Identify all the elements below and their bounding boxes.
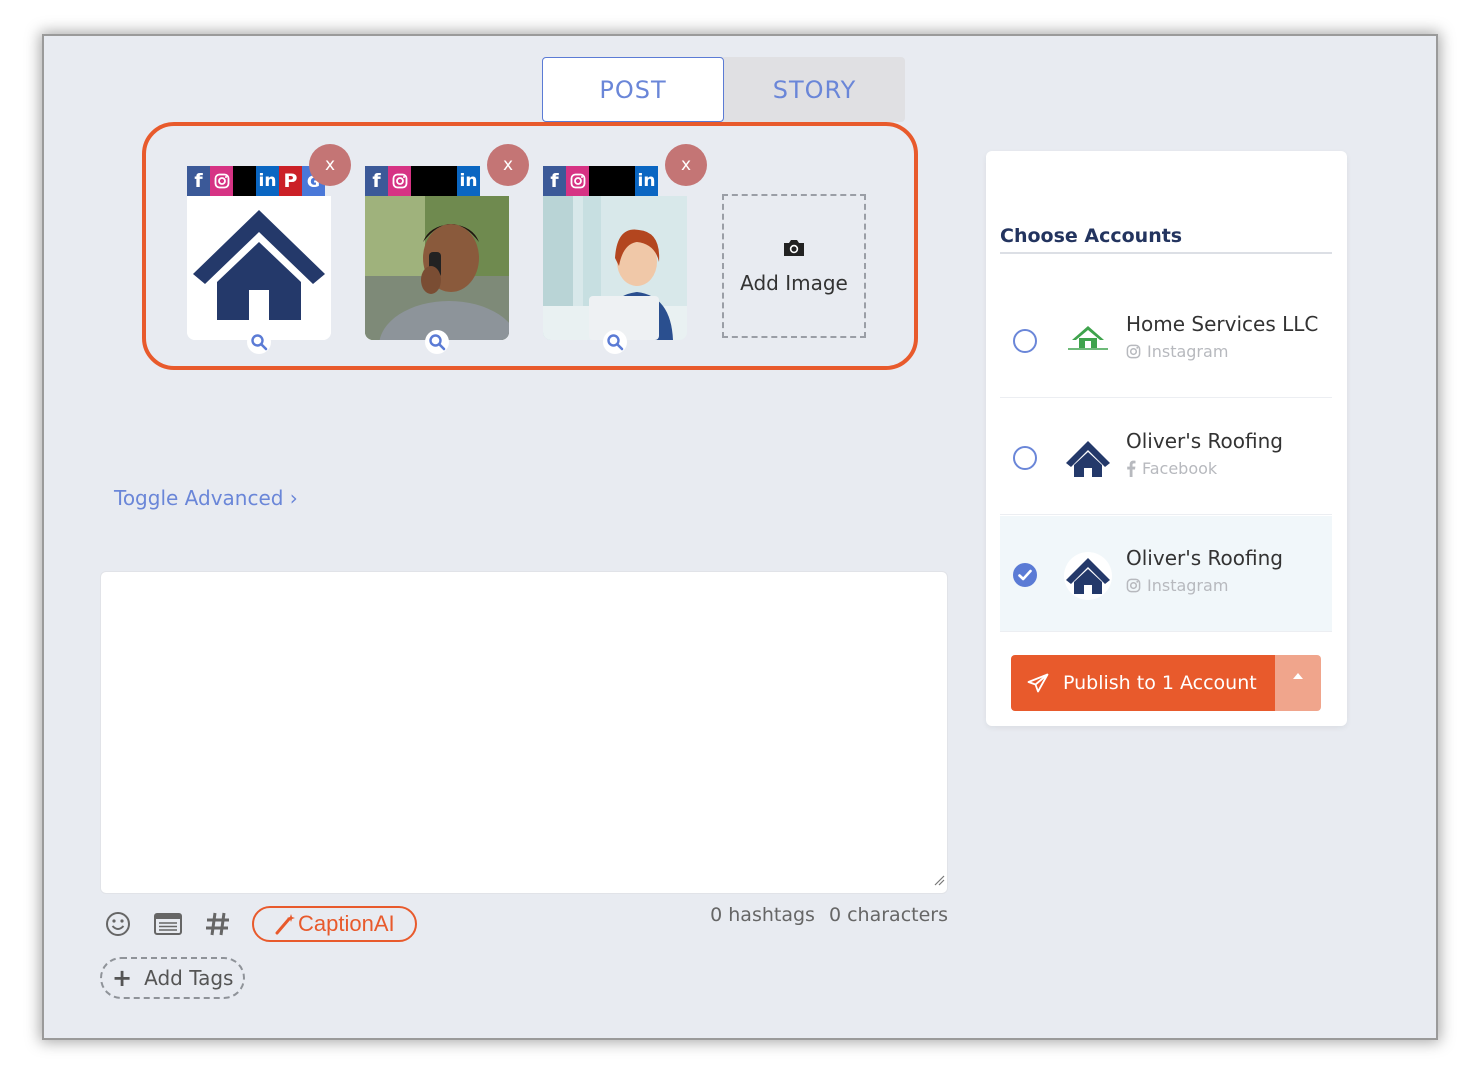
post-counts: 0 hashtags 0 characters [702,904,948,926]
account-radio-checked[interactable] [1013,563,1037,587]
plus-icon: + [112,964,133,992]
remove-media-button[interactable]: x [665,144,707,186]
instagram-icon [1126,344,1141,359]
remove-media-button[interactable]: x [309,144,351,186]
caret-up-icon [1292,667,1304,685]
hashtag-count: 0 hashtags [710,904,815,926]
account-network-label: Facebook [1142,459,1218,478]
resize-handle-icon[interactable] [933,873,945,891]
account-name: Oliver's Roofing [1126,429,1283,453]
camera-icon [782,238,806,263]
caption-ai-button[interactable]: CaptionAI [252,906,417,942]
zoom-icon[interactable] [425,330,449,354]
publish-button-group: Publish to 1 Account [1011,655,1321,711]
linkedin-icon: in [457,166,480,196]
composer-toolbar: CaptionAI [104,906,417,942]
media-thumbnail [365,196,509,340]
emoji-icon[interactable] [104,910,132,938]
facebook-icon: f [187,166,210,196]
olivers-roofing-logo [1064,552,1112,600]
account-name: Oliver's Roofing [1126,546,1283,570]
remove-media-button[interactable]: x [487,144,529,186]
tiktok-icon [233,166,256,196]
network-strip: f in P G [187,166,325,196]
linkedin-icon: in [635,166,658,196]
facebook-icon: f [365,166,388,196]
pinterest-icon: P [279,166,302,196]
account-network: Facebook [1126,459,1217,478]
account-radio[interactable] [1013,329,1037,353]
facebook-icon: f [543,166,566,196]
zoom-icon[interactable] [247,330,271,354]
add-tags-button[interactable]: + Add Tags [100,957,246,999]
media-thumbnail [187,196,331,340]
caption-ai-label: CaptionAI [298,911,395,936]
olivers-roofing-logo [1064,435,1112,483]
paper-plane-icon [1027,673,1049,693]
choose-accounts-panel: Choose Accounts Home Services LLC Instag… [986,151,1347,726]
zoom-icon[interactable] [603,330,627,354]
network-strip: f in [365,166,480,196]
toggle-advanced-link[interactable]: Toggle Advanced › [114,486,298,510]
post-text-area[interactable] [100,571,948,894]
account-network-label: Instagram [1147,576,1229,595]
instagram-icon [566,166,589,196]
facebook-icon [1126,460,1136,477]
tiktok-icon [411,166,457,196]
add-image-label: Add Image [740,270,848,295]
account-name: Home Services LLC [1126,312,1319,336]
home-services-logo [1064,318,1112,366]
choose-accounts-title: Choose Accounts [1000,225,1332,254]
publish-button-label: Publish to 1 Account [1063,672,1257,694]
post-type-tabs: POST STORY [542,57,905,122]
tab-story[interactable]: STORY [724,57,905,122]
instagram-icon [1126,578,1141,593]
account-network: Instagram [1126,576,1228,595]
network-strip: f in [543,166,658,196]
account-row[interactable]: Home Services LLC Instagram [1000,282,1332,398]
template-list-icon[interactable] [154,910,182,938]
add-tags-label: Add Tags [144,966,234,990]
add-image-button[interactable]: Add Image [722,194,866,338]
character-count: 0 characters [828,904,948,926]
hashtag-icon[interactable] [204,910,232,938]
publish-options-toggle[interactable] [1275,655,1321,711]
linkedin-icon: in [256,166,279,196]
account-network: Instagram [1126,342,1228,361]
instagram-icon [210,166,233,196]
account-row[interactable]: Oliver's Roofing Facebook [1000,399,1332,515]
account-network-label: Instagram [1147,342,1229,361]
account-row[interactable]: Oliver's Roofing Instagram [1000,516,1332,632]
tab-post[interactable]: POST [542,57,724,122]
tiktok-icon [589,166,635,196]
publish-button[interactable]: Publish to 1 Account [1011,655,1275,711]
post-composer-window: POST STORY f in P G x f in x f in x Add … [44,36,1436,1038]
magic-wand-icon [274,913,296,935]
instagram-icon [388,166,411,196]
account-radio[interactable] [1013,446,1037,470]
media-thumbnail [543,196,687,340]
